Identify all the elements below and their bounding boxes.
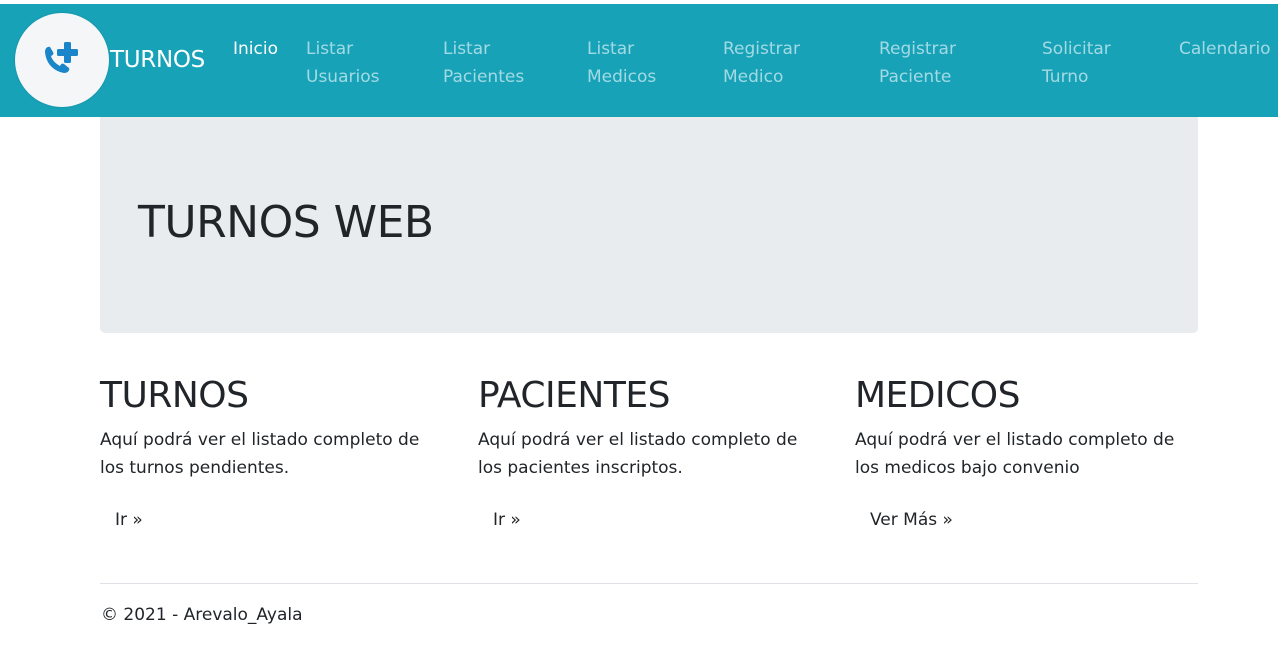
nav-label: Usuarios: [306, 67, 380, 87]
nav-item-registrar-paciente[interactable]: Registrar Paciente: [879, 35, 956, 91]
nav-label: Solicitar: [1042, 39, 1111, 59]
section-medicos: MEDICOS Aquí podrá ver el listado comple…: [855, 372, 1195, 530]
section-title: PACIENTES: [478, 375, 670, 416]
section-title: MEDICOS: [855, 375, 1020, 416]
section-turnos: TURNOS Aquí podrá ver el listado complet…: [100, 372, 440, 530]
medicos-ver-mas-button[interactable]: Ver Más »: [870, 510, 953, 530]
pacientes-ir-button[interactable]: Ir »: [493, 510, 521, 530]
nav-label: Pacientes: [443, 67, 525, 87]
nav-label: Listar: [443, 39, 491, 59]
nav-label: Registrar: [723, 39, 800, 59]
nav-label: Medico: [723, 67, 784, 87]
nav-item-listar-medicos[interactable]: Listar Medicos: [587, 35, 656, 91]
section-title: TURNOS: [100, 375, 249, 416]
phone-plus-icon: [45, 42, 78, 73]
navbar: TURNOS Inicio Listar Usuarios Listar Pac…: [0, 4, 1278, 117]
nav-label: Turno: [1042, 67, 1089, 87]
nav-item-listar-pacientes[interactable]: Listar Pacientes: [443, 35, 524, 91]
nav-label: Calendario: [1179, 39, 1271, 59]
nav-label: Listar: [587, 39, 635, 59]
footer-text: © 2021 - Arevalo_Ayala: [101, 605, 303, 625]
section-pacientes: PACIENTES Aquí podrá ver el listado comp…: [478, 372, 818, 530]
nav-item-solicitar-turno[interactable]: Solicitar Turno: [1042, 35, 1111, 91]
nav-label: Medicos: [587, 67, 657, 87]
brand-name[interactable]: TURNOS: [110, 47, 205, 73]
nav-item-registrar-medico[interactable]: Registrar Medico: [723, 35, 800, 91]
page-title: TURNOS WEB: [138, 197, 434, 248]
nav-label: Inicio: [233, 39, 278, 59]
jumbotron: TURNOS WEB: [100, 117, 1198, 333]
nav-item-calendario[interactable]: Calendario: [1179, 35, 1271, 63]
section-text: Aquí podrá ver el listado completo de lo…: [100, 430, 420, 478]
nav-item-inicio[interactable]: Inicio: [233, 35, 278, 63]
nav-label: Paciente: [879, 67, 952, 87]
nav-label: Listar: [306, 39, 354, 59]
nav-label: Registrar: [879, 39, 956, 59]
footer-divider: [100, 583, 1198, 584]
logo[interactable]: [15, 13, 109, 107]
section-text: Aquí podrá ver el listado completo de lo…: [855, 430, 1175, 478]
nav-item-listar-usuarios[interactable]: Listar Usuarios: [306, 35, 379, 91]
turnos-ir-button[interactable]: Ir »: [115, 510, 143, 530]
section-text: Aquí podrá ver el listado completo de lo…: [478, 430, 798, 478]
